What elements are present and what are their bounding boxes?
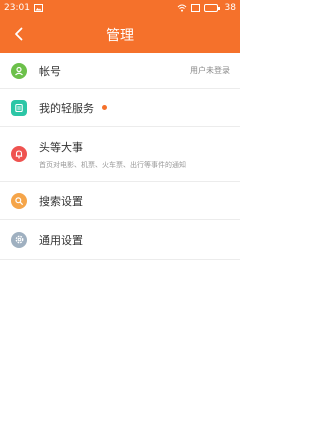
service-icon — [11, 99, 27, 116]
image-notification-icon — [33, 4, 43, 12]
bell-icon — [11, 146, 27, 162]
status-bar: 23:01 38 — [0, 0, 240, 16]
battery-icon — [203, 4, 220, 12]
app-bar: 管理 — [0, 16, 240, 53]
my-services-row[interactable]: 我的轻服务 — [0, 89, 240, 127]
gear-icon — [11, 231, 27, 248]
settings-list: 帐号 用户未登录 我的轻服务 头等大事 首页对电影、机票、火车票、出行等事件的通… — [0, 53, 240, 260]
search-icon — [11, 192, 27, 209]
major-events-description: 首页对电影、机票、火车票、出行等事件的通知 — [39, 160, 186, 169]
back-button[interactable] — [8, 23, 30, 45]
major-events-label: 头等大事 — [39, 140, 83, 154]
account-row[interactable]: 帐号 用户未登录 — [0, 53, 240, 89]
general-settings-row[interactable]: 通用设置 — [0, 220, 240, 260]
page-title: 管理 — [106, 27, 134, 44]
account-status: 用户未登录 — [190, 66, 230, 75]
search-settings-row[interactable]: 搜索设置 — [0, 182, 240, 220]
my-services-label: 我的轻服务 — [39, 101, 94, 115]
sim-icon — [190, 4, 200, 12]
account-label: 帐号 — [39, 64, 61, 78]
account-icon — [11, 62, 27, 79]
general-settings-label: 通用设置 — [39, 233, 83, 247]
new-badge-dot — [102, 105, 107, 110]
chevron-left-icon — [15, 27, 23, 41]
search-settings-label: 搜索设置 — [39, 194, 83, 208]
battery-level: 38 — [224, 3, 236, 13]
major-events-row[interactable]: 头等大事 首页对电影、机票、火车票、出行等事件的通知 — [0, 127, 240, 182]
status-time: 23:01 — [4, 3, 30, 13]
wifi-icon — [177, 4, 186, 12]
